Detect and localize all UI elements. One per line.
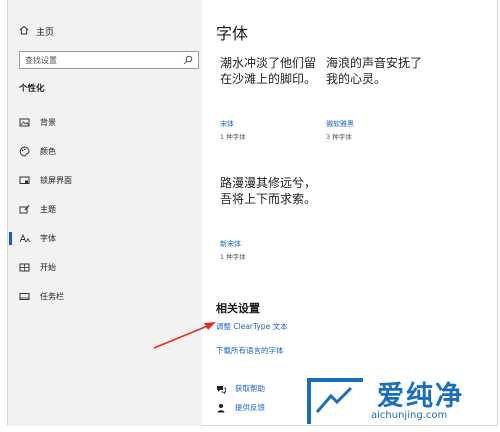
sidebar: 主页 查找设置 个性化 背景 颜色 锁屏界面 主题 字体 开始 任务栏 bbox=[8, 0, 202, 426]
help-chat-icon bbox=[216, 384, 226, 394]
font-preview: 路漫漫其修远兮，吾将上下而求索。 bbox=[220, 176, 317, 206]
sidebar-item-background[interactable]: 背景 bbox=[8, 108, 202, 137]
font-icon bbox=[19, 233, 30, 244]
font-name: 新宋体 bbox=[220, 240, 241, 248]
watermark-logo: 爱纯净 aichunjing.com bbox=[303, 372, 495, 428]
home-link[interactable]: 主页 bbox=[19, 25, 54, 38]
font-card-songti[interactable]: 潮水冲淡了他们留在沙滩上的脚印。 宋体 1 种字体 bbox=[220, 55, 325, 141]
search-placeholder: 查找设置 bbox=[25, 56, 57, 65]
main-content: 字体 潮水冲淡了他们留在沙滩上的脚印。 宋体 1 种字体 海浪的声音安抚了我的心… bbox=[202, 0, 498, 426]
sidebar-item-label: 开始 bbox=[40, 263, 56, 272]
section-title: 个性化 bbox=[19, 84, 45, 94]
download-fonts-link[interactable]: 下载所有语言的字体 bbox=[216, 345, 284, 356]
sidebar-nav: 背景 颜色 锁屏界面 主题 字体 开始 任务栏 bbox=[8, 108, 202, 311]
sidebar-item-taskbar[interactable]: 任务栏 bbox=[8, 282, 202, 311]
feedback-label: 提供反馈 bbox=[235, 403, 265, 412]
sidebar-item-label: 背景 bbox=[40, 118, 56, 127]
sidebar-item-fonts[interactable]: 字体 bbox=[8, 224, 202, 253]
font-count: 3 种字体 bbox=[326, 133, 352, 141]
search-icon bbox=[183, 55, 193, 65]
home-icon bbox=[19, 25, 29, 38]
related-settings-title: 相关设置 bbox=[216, 302, 260, 315]
font-count: 1 种字体 bbox=[220, 133, 246, 141]
sidebar-item-label: 字体 bbox=[40, 234, 56, 243]
watermark-text: 爱纯净 bbox=[377, 381, 464, 412]
get-help-link[interactable]: 获取帮助 bbox=[216, 383, 265, 394]
font-count: 1 种字体 bbox=[220, 253, 246, 261]
sidebar-item-colors[interactable]: 颜色 bbox=[8, 137, 202, 166]
palette-icon bbox=[19, 146, 30, 157]
watermark-emblem-icon bbox=[307, 378, 363, 424]
sidebar-item-label: 颜色 bbox=[40, 147, 56, 156]
font-card-yahei[interactable]: 海浪的声音安抚了我的心灵。 微软雅黑 3 种字体 bbox=[326, 55, 431, 141]
image-icon bbox=[19, 117, 30, 128]
sidebar-item-label: 任务栏 bbox=[40, 292, 64, 301]
sidebar-item-lock-screen[interactable]: 锁屏界面 bbox=[8, 166, 202, 195]
search-input[interactable]: 查找设置 bbox=[19, 51, 199, 69]
watermark-domain: aichunjing.com bbox=[371, 410, 448, 421]
brush-icon bbox=[19, 204, 30, 215]
font-card-nsimsun[interactable]: 路漫漫其修远兮，吾将上下而求索。 新宋体 1 种字体 bbox=[220, 175, 325, 261]
page-title: 字体 bbox=[216, 24, 249, 43]
font-name: 微软雅黑 bbox=[326, 120, 354, 128]
home-label: 主页 bbox=[36, 28, 55, 38]
cleartype-link[interactable]: 调整 ClearType 文本 bbox=[216, 321, 288, 332]
sidebar-item-label: 主题 bbox=[40, 205, 56, 214]
feedback-link[interactable]: 提供反馈 bbox=[216, 402, 265, 413]
font-preview: 潮水冲淡了他们留在沙滩上的脚印。 bbox=[220, 56, 317, 86]
font-preview: 海浪的声音安抚了我的心灵。 bbox=[326, 56, 423, 86]
font-name: 宋体 bbox=[220, 120, 234, 128]
lock-screen-icon bbox=[19, 175, 30, 186]
red-arrow-annotation bbox=[153, 322, 216, 349]
start-icon bbox=[19, 262, 30, 273]
sidebar-item-start[interactable]: 开始 bbox=[8, 253, 202, 282]
sidebar-item-themes[interactable]: 主题 bbox=[8, 195, 202, 224]
sidebar-item-label: 锁屏界面 bbox=[40, 176, 72, 185]
get-help-label: 获取帮助 bbox=[235, 384, 265, 393]
feedback-person-icon bbox=[216, 403, 226, 413]
taskbar-icon bbox=[19, 291, 30, 302]
